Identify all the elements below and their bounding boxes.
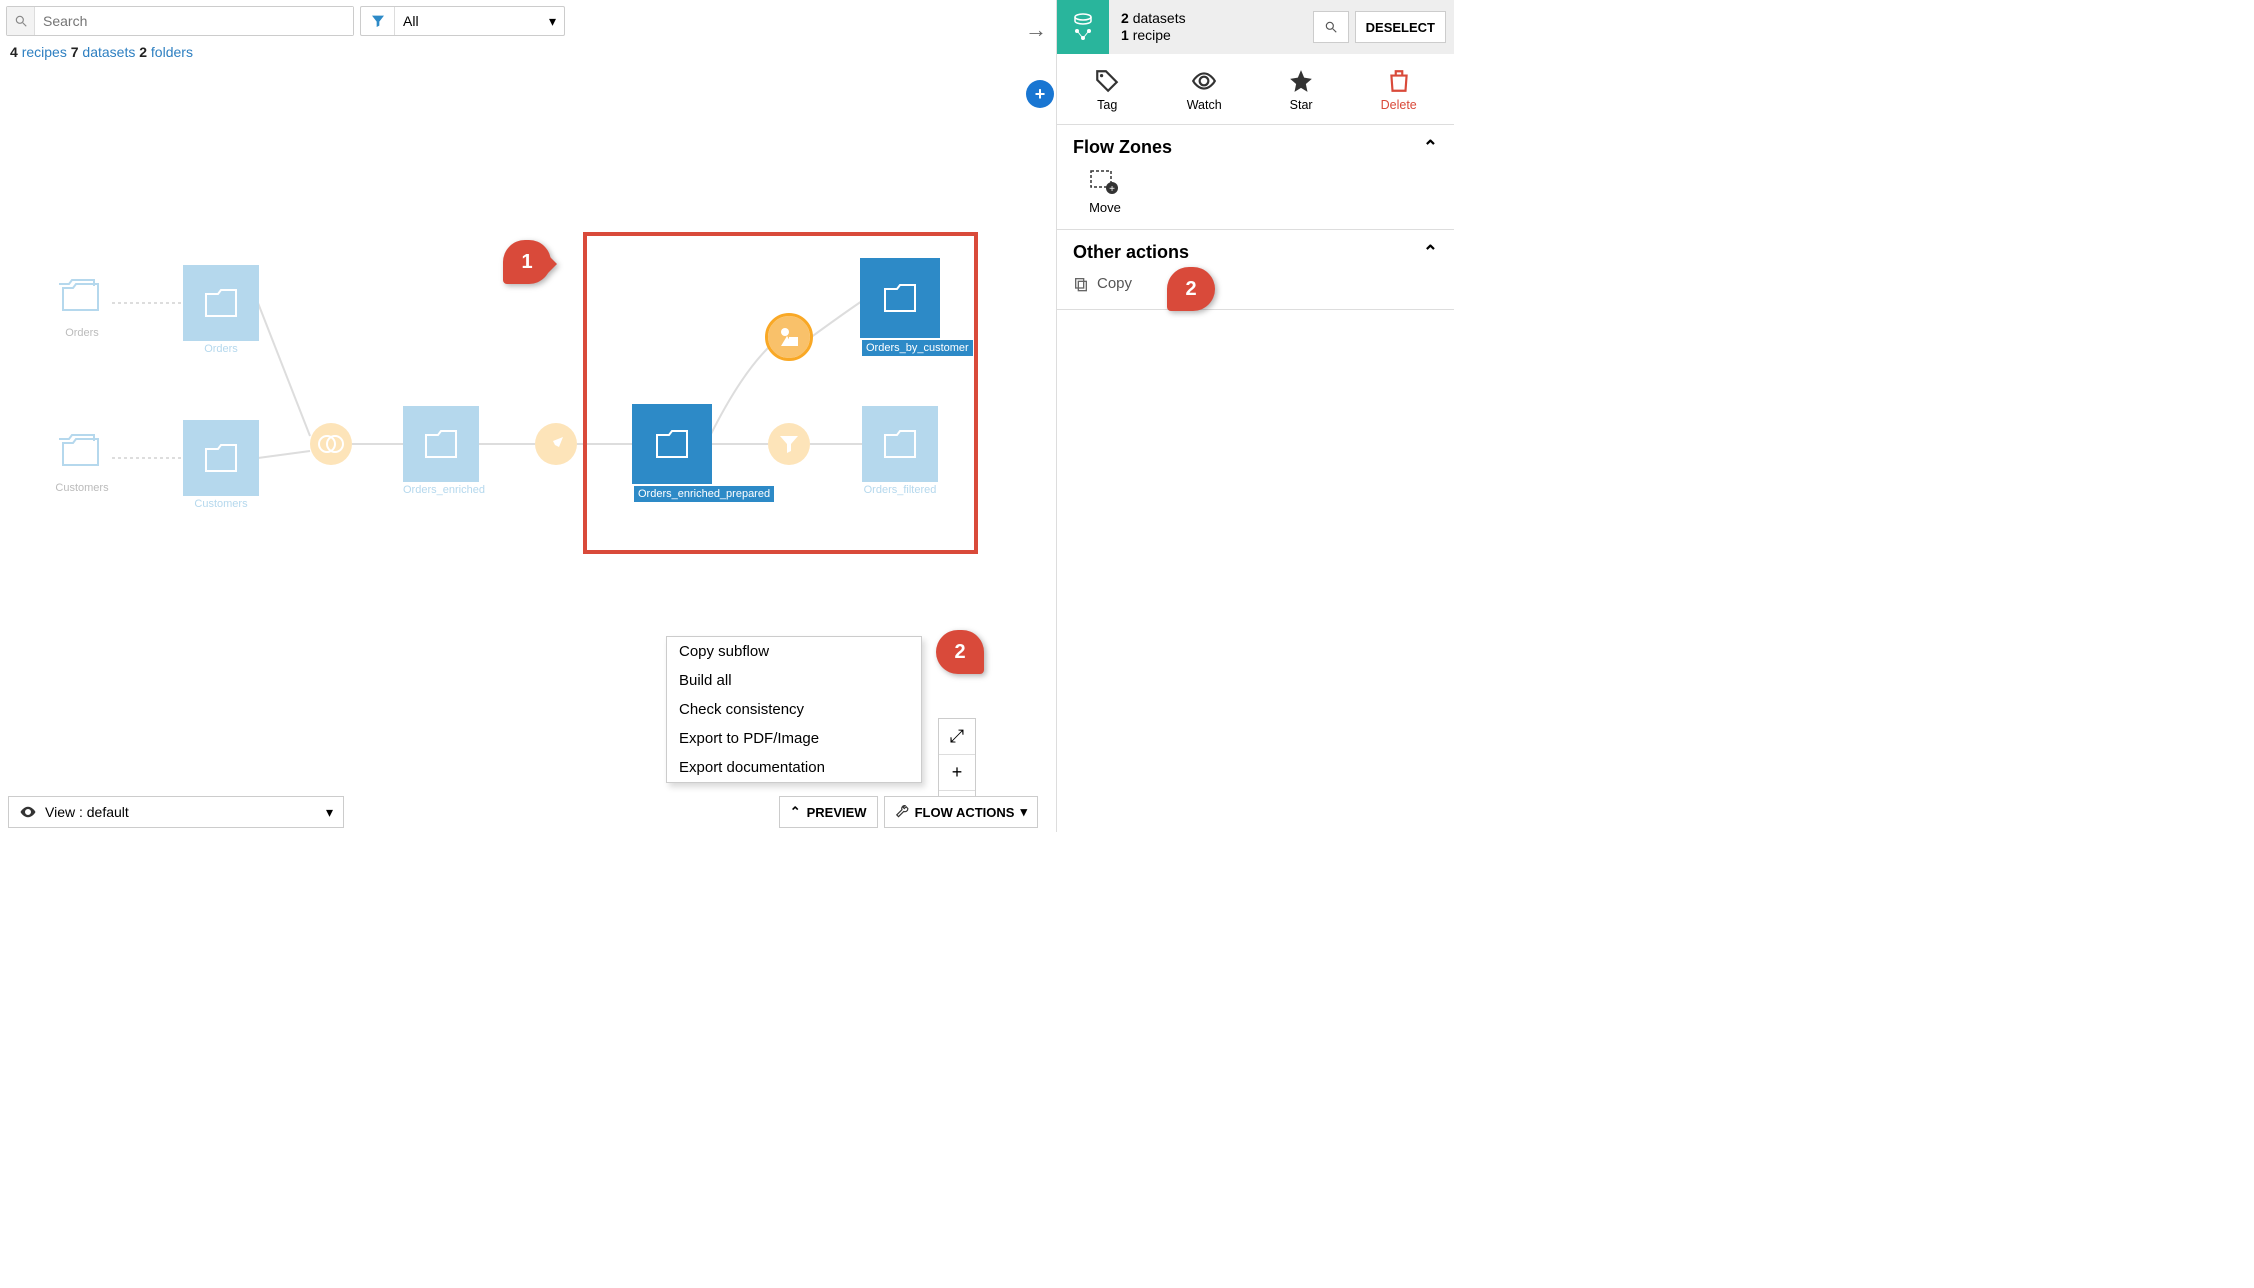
flow-canvas[interactable]: Orders Customers Orders Customers Orders…: [0, 76, 1044, 832]
flow-actions-button[interactable]: FLOW ACTIONS ▾: [884, 796, 1038, 828]
flow-zones-header[interactable]: Flow Zones ⌃: [1057, 125, 1454, 170]
eye-icon: [19, 803, 37, 821]
chevron-down-icon: ▾: [326, 804, 333, 821]
dataset-orders-enriched[interactable]: Orders_enriched: [403, 406, 485, 496]
dataset-orders-by-customer[interactable]: Orders_by_customer: [862, 260, 973, 356]
recipe-group[interactable]: [768, 316, 810, 358]
preview-button[interactable]: ⌃ PREVIEW: [779, 796, 878, 828]
move-zone-action[interactable]: + Move: [1073, 170, 1137, 215]
svg-text:+: +: [1109, 184, 1115, 195]
add-fab-button[interactable]: +: [1026, 80, 1054, 108]
folder-orders[interactable]: Orders: [52, 269, 112, 339]
selection-summary: 2 datasets 1 recipe: [1109, 10, 1313, 45]
datasets-link[interactable]: datasets: [82, 44, 135, 60]
deselect-button[interactable]: DESELECT: [1355, 11, 1446, 43]
copy-action[interactable]: Copy: [1073, 275, 1132, 292]
recipe-prepare[interactable]: [535, 423, 577, 465]
other-actions-header[interactable]: Other actions ⌃: [1057, 230, 1454, 275]
menu-export-pdf[interactable]: Export to PDF/Image: [667, 724, 921, 753]
flow-actions-menu: Copy subflow Build all Check consistency…: [666, 636, 922, 783]
fullscreen-button[interactable]: ⤢: [939, 719, 975, 755]
menu-export-doc[interactable]: Export documentation: [667, 753, 921, 782]
dataset-customers[interactable]: Customers: [183, 420, 259, 510]
selection-chip-icon: [1057, 0, 1109, 54]
search-icon: [7, 7, 35, 35]
chevron-up-icon: ⌃: [1423, 242, 1438, 263]
chevron-down-icon: ▾: [549, 13, 556, 30]
callout-2: 2: [936, 630, 984, 674]
zoom-in-button[interactable]: +: [939, 755, 975, 791]
chevron-up-icon: ⌃: [790, 804, 801, 820]
tag-action[interactable]: Tag: [1094, 68, 1120, 112]
folders-link[interactable]: folders: [151, 44, 193, 60]
recipe-join[interactable]: [310, 423, 352, 465]
filter-value: All: [403, 13, 419, 29]
dataset-orders[interactable]: Orders: [183, 265, 259, 355]
dataset-orders-filtered[interactable]: Orders_filtered: [862, 406, 938, 496]
menu-check-consistency[interactable]: Check consistency: [667, 695, 921, 724]
funnel-icon: [361, 7, 395, 35]
chevron-down-icon: ▾: [1020, 804, 1027, 820]
folder-customers[interactable]: Customers: [52, 424, 112, 494]
search-input-wrap: [6, 6, 354, 36]
search-input[interactable]: [35, 7, 353, 35]
delete-action[interactable]: Delete: [1381, 68, 1417, 112]
view-select[interactable]: View : default ▾: [8, 796, 344, 828]
callout-2-right: 2: [1167, 267, 1215, 311]
watch-action[interactable]: Watch: [1187, 68, 1222, 112]
right-panel: 2 datasets 1 recipe DESELECT Tag Watch S…: [1056, 0, 1454, 832]
filter-select[interactable]: All ▾: [360, 6, 565, 36]
dataset-orders-enriched-prepared[interactable]: Orders_enriched_prepared: [634, 406, 774, 502]
recipe-filter[interactable]: [768, 423, 810, 465]
expand-panel-icon[interactable]: →: [1018, 12, 1054, 48]
recipes-link[interactable]: recipes: [22, 44, 67, 60]
callout-1: 1: [503, 240, 551, 284]
search-selection-button[interactable]: [1313, 11, 1349, 43]
star-action[interactable]: Star: [1288, 68, 1314, 112]
menu-copy-subflow[interactable]: Copy subflow: [667, 637, 921, 666]
chevron-up-icon: ⌃: [1423, 137, 1438, 158]
menu-build-all[interactable]: Build all: [667, 666, 921, 695]
wrench-icon: [895, 805, 909, 819]
